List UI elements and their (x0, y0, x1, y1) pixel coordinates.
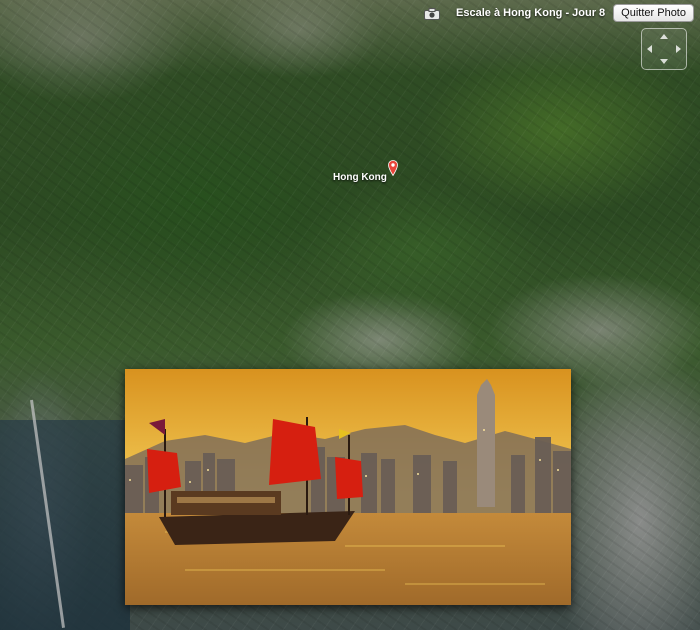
map-pin-icon[interactable] (388, 160, 398, 177)
navigation-control[interactable] (641, 28, 687, 70)
tall-tower (477, 379, 495, 507)
location-label[interactable]: Hong Kong (333, 172, 387, 183)
pan-down-icon[interactable] (660, 59, 668, 64)
sail-left (147, 449, 181, 493)
photo-junk-boat-harbour[interactable] (125, 369, 571, 605)
camera-icon (424, 7, 441, 20)
pan-up-icon[interactable] (660, 34, 668, 39)
top-bar: Escale à Hong Kong - Jour 8 Quitter Phot… (424, 0, 700, 26)
quit-photo-button[interactable]: Quitter Photo (613, 4, 694, 22)
pan-right-icon[interactable] (676, 45, 681, 53)
sea-area (0, 420, 130, 630)
sail-main (269, 419, 321, 485)
sail-rear (335, 457, 363, 499)
map-viewport[interactable]: Escale à Hong Kong - Jour 8 Quitter Phot… (0, 0, 700, 630)
pan-left-icon[interactable] (647, 45, 652, 53)
tour-title: Escale à Hong Kong - Jour 8 (456, 7, 606, 19)
